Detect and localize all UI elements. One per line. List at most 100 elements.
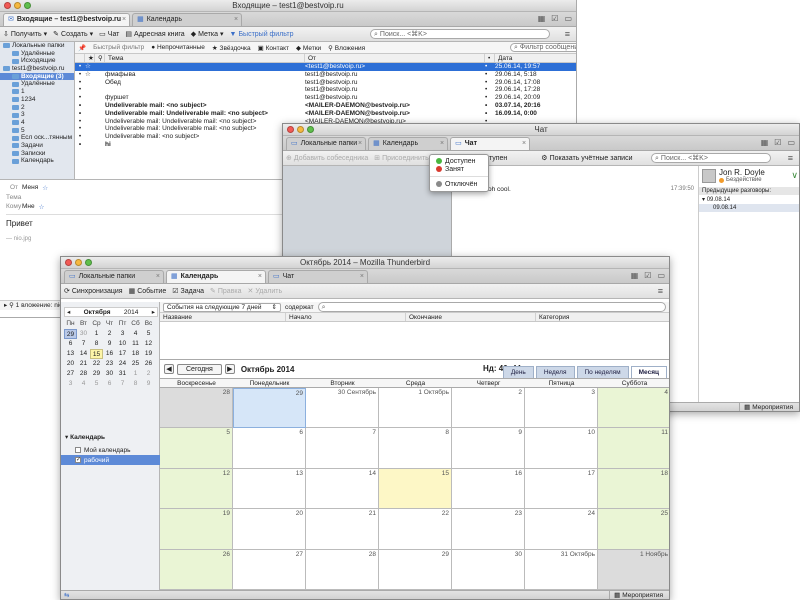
minimize-window-button[interactable] xyxy=(75,259,82,266)
end-column-header[interactable]: Окончание xyxy=(406,313,536,321)
message-row[interactable]: • Undeliverable mail: <no subject> <MAILER… xyxy=(75,102,576,110)
day-cell[interactable]: 25 xyxy=(598,509,669,550)
mini-calendar-day[interactable]: 8 xyxy=(90,339,103,349)
mini-calendar-day[interactable]: 25 xyxy=(129,359,142,369)
minimize-window-button[interactable] xyxy=(297,126,304,133)
day-cell[interactable]: 18 xyxy=(598,468,669,510)
day-cell[interactable]: 4 xyxy=(598,388,669,429)
star-icon[interactable]: ☆ xyxy=(39,203,45,211)
folder-item[interactable]: Задачи xyxy=(0,142,74,150)
mini-calendar-day[interactable]: 29 xyxy=(90,369,103,379)
delete-button[interactable]: ✕ Удалить xyxy=(248,287,283,296)
mini-calendar-day[interactable]: 4 xyxy=(129,329,142,339)
previous-conversation-item[interactable]: 09.08.14 xyxy=(699,204,799,212)
day-cell[interactable]: 24 xyxy=(525,509,598,550)
calendar-checkbox[interactable] xyxy=(75,447,81,453)
close-tab-icon[interactable]: × xyxy=(122,14,126,26)
read-indicator-icon[interactable]: • xyxy=(485,71,495,79)
mini-calendar-day[interactable]: 26 xyxy=(142,359,155,369)
mini-calendar-day[interactable]: 31 xyxy=(116,369,129,379)
chat-search-input[interactable]: ⌕ Поиск... <⌘K> xyxy=(651,153,771,163)
close-tab-icon[interactable]: × xyxy=(440,138,444,150)
zoom-window-button[interactable] xyxy=(24,2,31,9)
star-column-header[interactable]: ★ xyxy=(85,54,95,62)
menu-icon[interactable]: ≡ xyxy=(565,29,570,39)
folder-item[interactable]: Записки xyxy=(0,150,74,158)
message-row[interactable]: • Обед test1@bestvoip.ru • 29.06.14, 17:08 xyxy=(75,79,576,87)
mini-calendar-day[interactable]: 28 xyxy=(77,369,90,379)
day-cell[interactable]: 28 xyxy=(306,549,379,590)
chat-icon[interactable]: ▭ xyxy=(564,14,572,23)
chat-icon[interactable]: ▭ xyxy=(657,271,665,280)
day-cell[interactable]: 29 xyxy=(379,549,452,590)
mini-calendar-day[interactable]: 30 xyxy=(77,329,90,339)
tab-chat[interactable]: ▭ Чат × xyxy=(268,270,368,283)
star-icon[interactable] xyxy=(85,79,95,87)
tag-button[interactable]: ◆ Метка ▾ xyxy=(191,30,224,39)
mini-calendar-day[interactable]: 8 xyxy=(129,379,142,389)
view-tab[interactable]: По неделям xyxy=(576,366,629,378)
mini-calendar-day[interactable]: 3 xyxy=(116,329,129,339)
mini-calendar-day[interactable]: 6 xyxy=(103,379,116,389)
folder-item[interactable]: 4 xyxy=(0,119,74,127)
mini-calendar-day[interactable]: 27 xyxy=(64,369,77,379)
date-column-header[interactable]: Дата xyxy=(495,54,576,62)
day-cell[interactable]: 1 Октябрь xyxy=(379,388,452,429)
message-row[interactable]: • test1@bestvoip.ru • 29.06.14, 17:28 xyxy=(75,86,576,94)
day-cell[interactable]: 27 xyxy=(233,549,306,590)
addressbook-button[interactable]: ▤ Адресная книга xyxy=(125,30,184,39)
mini-calendar-day[interactable]: 14 xyxy=(77,349,90,359)
day-cell[interactable]: 6 xyxy=(233,428,306,469)
day-cell[interactable]: 2 xyxy=(452,388,525,429)
star-icon[interactable] xyxy=(85,110,95,118)
mini-calendar-day[interactable]: 23 xyxy=(103,359,116,369)
mini-calendar-day[interactable]: 7 xyxy=(77,339,90,349)
tab-calendar[interactable]: ▦ Календарь × xyxy=(132,13,243,26)
new-task-button[interactable]: ☑ Задача xyxy=(172,287,204,296)
calendar-icon[interactable]: ▦ xyxy=(761,138,769,147)
mini-calendar-day[interactable]: 9 xyxy=(103,339,116,349)
day-cell[interactable]: 12 xyxy=(160,468,233,510)
mini-calendar-day[interactable]: 4 xyxy=(77,379,90,389)
mini-calendar-month[interactable]: Октября xyxy=(84,309,111,316)
folder-item[interactable]: Удалённые xyxy=(0,80,74,88)
new-event-button[interactable]: ▦ Событие xyxy=(129,287,167,296)
prev-month-icon[interactable]: ◂ xyxy=(67,308,70,316)
day-cell[interactable]: 3 xyxy=(525,388,598,429)
status-menu-offline[interactable]: Отключён xyxy=(430,180,488,188)
tab-chat[interactable]: ▭ Чат × xyxy=(450,137,531,150)
close-tab-icon[interactable]: × xyxy=(156,271,160,283)
mini-calendar-day[interactable]: 22 xyxy=(90,359,103,369)
day-cell[interactable]: 16 xyxy=(452,468,525,510)
tab-calendar[interactable]: ▦ Календарь × xyxy=(368,137,449,150)
minimize-window-button[interactable] xyxy=(14,2,21,9)
mini-calendar-day[interactable]: 7 xyxy=(116,379,129,389)
close-window-button[interactable] xyxy=(4,2,11,9)
mini-calendar-day[interactable]: 3 xyxy=(64,379,77,389)
folder-item[interactable]: Исходящие xyxy=(0,57,74,65)
day-cell[interactable]: 30 Сентябрь xyxy=(306,388,379,429)
calendar-list-item[interactable]: ✓ рабочий xyxy=(61,455,160,465)
mini-calendar-day[interactable]: 10 xyxy=(116,339,129,349)
mini-calendar-year[interactable]: 2014 xyxy=(124,309,138,316)
day-cell[interactable]: 1 Ноябрь xyxy=(598,549,669,590)
write-button[interactable]: ✎ Создать ▾ xyxy=(53,30,93,39)
day-cell[interactable]: 31 Октябрь xyxy=(525,549,598,590)
close-tab-icon[interactable]: × xyxy=(358,138,362,150)
mini-calendar-day[interactable]: 5 xyxy=(142,329,155,339)
tasks-icon[interactable]: ☑ xyxy=(551,14,558,23)
day-cell[interactable]: 14 xyxy=(306,468,379,510)
day-cell[interactable]: 9 xyxy=(452,428,525,469)
close-window-button[interactable] xyxy=(65,259,72,266)
close-window-button[interactable] xyxy=(287,126,294,133)
name-column-header[interactable]: Название xyxy=(160,313,286,321)
mini-calendar-day[interactable]: 17 xyxy=(116,349,129,359)
edit-button[interactable]: ✎ Правка xyxy=(210,287,242,296)
from-column-header[interactable]: От xyxy=(305,54,485,62)
chevron-down-icon[interactable]: ∨ xyxy=(791,170,798,181)
tab-local-folders[interactable]: ▭ Локальные папки × xyxy=(286,137,367,150)
view-tab[interactable]: Неделя xyxy=(535,366,575,378)
close-tab-icon[interactable]: × xyxy=(360,271,364,283)
folder-item[interactable]: Календарь xyxy=(0,157,74,165)
folder-item[interactable]: Локальные папки xyxy=(0,42,74,50)
